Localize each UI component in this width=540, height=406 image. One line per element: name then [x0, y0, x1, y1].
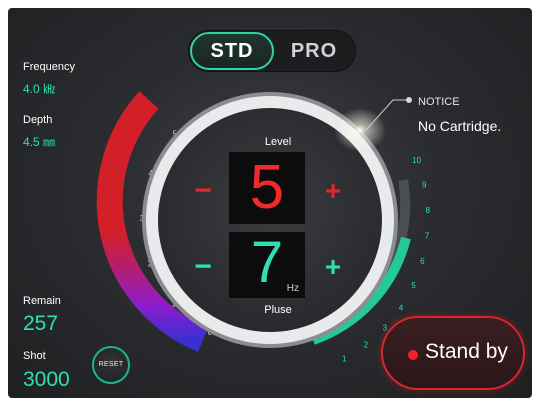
level-label: Level [264, 136, 292, 148]
pulse-tick-5: 5 [411, 281, 416, 290]
pulse-decrease-button[interactable]: − [191, 252, 215, 282]
shot-value: 3000 [23, 368, 70, 391]
pulse-tick-10: 10 [412, 156, 421, 165]
mode-toggle: STD PRO [188, 30, 356, 72]
level-increase-button[interactable]: + [321, 177, 345, 205]
standby-button[interactable]: Stand by [381, 316, 525, 390]
depth-label: Depth [23, 114, 53, 126]
shot-label: Shot [23, 350, 46, 362]
device-screen: 012345 12345678910 STD PRO Frequency 4.0… [8, 8, 532, 398]
standby-label: Stand by [425, 340, 508, 363]
pulse-unit: Hz [286, 283, 299, 294]
notice-dot [406, 97, 412, 103]
pulse-tick-8: 8 [425, 206, 430, 215]
notice-text: No Cartridge. [418, 118, 502, 134]
remain-label: Remain [23, 295, 61, 307]
pulse-tick-9: 9 [422, 181, 427, 190]
pulse-tick-1: 1 [342, 355, 347, 364]
level-decrease-button[interactable]: − [191, 176, 215, 206]
pulse-tick-7: 7 [425, 232, 430, 241]
reset-button[interactable]: RESET [92, 346, 130, 384]
pulse-display: 7 Hz [229, 230, 305, 298]
level-value: 5 [249, 153, 285, 222]
tab-pro[interactable]: PRO [274, 32, 354, 70]
level-display: 5 [229, 152, 305, 224]
frequency-label: Frequency [23, 61, 75, 73]
frequency-value: 4.0 ㎑ [23, 82, 56, 96]
notice-label: NOTICE [418, 96, 460, 108]
light-flare [334, 108, 386, 152]
pulse-tick-4: 4 [399, 304, 404, 313]
pulse-increase-button[interactable]: + [321, 253, 345, 281]
pulse-label: Pluse [264, 304, 292, 316]
pulse-tick-6: 6 [420, 257, 425, 266]
depth-value: 4.5 ㎜ [23, 135, 56, 149]
pulse-tick-2: 2 [364, 341, 369, 350]
standby-status-dot [408, 350, 418, 360]
tab-std[interactable]: STD [190, 32, 274, 70]
remain-value: 257 [23, 312, 59, 335]
